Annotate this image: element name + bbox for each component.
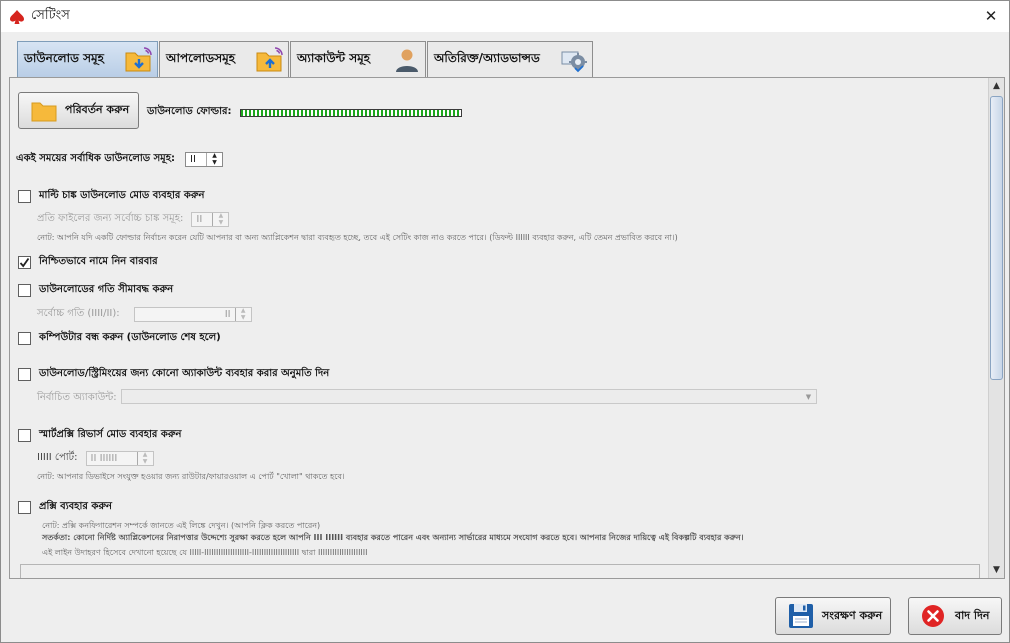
download-folder-row: ডাউনলোড ফোল্ডার:: [147, 104, 462, 121]
proxy-option[interactable]: প্রক্সি ব্যবহার করুন: [18, 499, 112, 516]
chunks-per-file-label: প্রতি ফাইলের জন্য সর্বোচ্চ চাঙ্ক সমূহ:: [37, 213, 184, 224]
smart-proxy-note-text: নোট: আপনার ডিভাইসে সংযুক্ত হওয়ার জন্য র…: [37, 472, 345, 481]
smart-proxy-checkbox[interactable]: [18, 429, 31, 442]
scroll-up-icon[interactable]: ▲: [989, 78, 1004, 94]
proxy-port-label: IIIII পোর্ট:: [37, 452, 78, 463]
limit-speed-checkbox[interactable]: [18, 284, 31, 297]
app-spade-icon: [9, 9, 25, 25]
cancel-button[interactable]: বাদ দিন: [908, 597, 1002, 635]
gear-monitor-icon: [560, 46, 588, 74]
smart-proxy-option[interactable]: স্মার্টপ্রক্সি রিভার্স মোড ব্যবহার করুন: [18, 427, 182, 444]
multi-chunk-note-text: নোট: আপনি যদি একটি ফোল্ডার নির্বাচন করেন…: [37, 233, 678, 242]
window-title: সেটিংস: [31, 8, 70, 23]
title-bar: সেটিংস ✕: [1, 1, 1009, 32]
concurrent-downloads-value[interactable]: II: [186, 153, 206, 166]
limit-speed-option[interactable]: ডাউনলোডের গতি সীমাবদ্ধ করুন: [18, 282, 173, 299]
chunks-per-file-value[interactable]: II: [192, 213, 212, 226]
proxy-port-row: IIIII পোর্ট: II IIIIII ▲ ▼: [37, 450, 154, 467]
max-speed-value[interactable]: II: [135, 308, 235, 321]
smart-proxy-note: নোট: আপনার ডিভাইসে সংযুক্ত হওয়ার জন্য র…: [37, 471, 345, 484]
proxy-note-3-text: এই লাইন উদাহরণ হিসেবে দেখানো হয়েছে যে I…: [42, 548, 368, 557]
multi-chunk-checkbox[interactable]: [18, 190, 31, 203]
shutdown-option[interactable]: কম্পিউটার বন্ধ করুন (ডাউনলোড শেষ হলে): [18, 330, 221, 347]
close-window-button[interactable]: ✕: [979, 5, 1003, 27]
cancel-button-label: বাদ দিন: [955, 608, 990, 622]
max-speed-label: সর্বোচ্চ গতি (IIII/II):: [37, 308, 120, 319]
concurrent-downloads-label: একই সময়ের সর্বাধিক ডাউনলোড সমূহ:: [16, 153, 175, 164]
proxy-port-spinner[interactable]: II IIIIII ▲ ▼: [85, 451, 154, 466]
tab-advanced[interactable]: অতিরিক্ত/অ্যাডভান্সড: [427, 41, 593, 77]
scrollbar-thumb[interactable]: [990, 96, 1003, 380]
auto-select-option[interactable]: নিশ্চিতভাবে নামে নিন বারবার: [18, 254, 158, 271]
proxy-label: প্রক্সি ব্যবহার করুন: [39, 501, 112, 512]
auto-select-checkbox[interactable]: [18, 256, 31, 269]
multi-chunk-label: মাল্টি চাঙ্ক ডাউনলোড মোড ব্যবহার করুন: [39, 190, 205, 201]
download-folder-path-bar: [239, 108, 462, 117]
use-account-checkbox[interactable]: [18, 368, 31, 381]
tab-accounts[interactable]: অ্যাকাউন্ট সমূহ: [290, 41, 426, 77]
auto-select-label: নিশ্চিতভাবে নামে নিন বারবার: [39, 256, 158, 267]
upload-folder-icon: [256, 46, 284, 74]
save-button[interactable]: সংরক্ষণ করুন: [775, 597, 891, 635]
download-folder-label: ডাউনলোড ফোল্ডার:: [147, 106, 232, 117]
multi-chunk-note: নোট: আপনি যদি একটি ফোল্ডার নির্বাচন করেন…: [37, 232, 678, 245]
floppy-disk-icon: [788, 603, 814, 629]
shutdown-checkbox[interactable]: [18, 332, 31, 345]
vertical-scrollbar[interactable]: ▲ ▼: [988, 78, 1004, 578]
settings-window: সেটিংস ✕ ডাউনলোড সমূহ আপলোডসমূহ অ্যাকাউন…: [0, 0, 1010, 643]
scroll-down-icon[interactable]: ▼: [989, 562, 1004, 578]
chevron-down-icon: ▼: [805, 392, 812, 401]
downloads-settings-panel: পরিবর্তন করুন ডাউনলোড ফোল্ডার: একই সময়ে…: [9, 77, 1005, 579]
save-button-label: সংরক্ষণ করুন: [822, 608, 883, 622]
chunks-per-file-spinner[interactable]: II ▲ ▼: [191, 212, 230, 227]
tab-uploads-label: আপলোডসমূহ: [166, 50, 236, 65]
concurrent-downloads-row: একই সময়ের সর্বাধিক ডাউনলোড সমূহ: II ▲ ▼: [16, 151, 223, 168]
proxy-settings-group: [20, 564, 980, 578]
multi-chunk-option[interactable]: মাল্টি চাঙ্ক ডাউনলোড মোড ব্যবহার করুন: [18, 188, 205, 205]
spinner-down-icon[interactable]: ▼: [138, 458, 153, 466]
spinner-down-icon[interactable]: ▼: [213, 219, 228, 227]
folder-icon: [31, 100, 57, 122]
selected-account-dropdown[interactable]: ▼: [121, 389, 817, 404]
checkmark-icon: [19, 257, 30, 268]
tab-advanced-label: অতিরিক্ত/অ্যাডভান্সড: [434, 50, 540, 65]
tab-downloads[interactable]: ডাউনলোড সমূহ: [17, 41, 158, 78]
selected-account-row: নির্বাচিত অ্যাকাউন্ট:: [37, 390, 117, 407]
download-folder-icon: [125, 46, 153, 74]
proxy-note-2-text: সতর্কতা: কোনো নির্দিষ্ট অ্যাপ্লিকেশনের ন…: [42, 533, 744, 542]
change-folder-button[interactable]: পরিবর্তন করুন: [18, 92, 139, 129]
concurrent-downloads-spinner[interactable]: II ▲ ▼: [185, 152, 223, 167]
close-icon: ✕: [984, 7, 998, 25]
smart-proxy-label: স্মার্টপ্রক্সি রিভার্স মোড ব্যবহার করুন: [39, 429, 182, 440]
max-speed-spinner[interactable]: II ▲ ▼: [133, 307, 252, 322]
chunks-per-file-row: প্রতি ফাইলের জন্য সর্বোচ্চ চাঙ্ক সমূহ: I…: [37, 211, 230, 228]
proxy-note-3: এই লাইন উদাহরণ হিসেবে দেখানো হয়েছে যে I…: [42, 547, 368, 560]
use-account-option[interactable]: ডাউনলোড/স্ট্রিমিংয়ের জন্য কোনো অ্যাকাউন…: [18, 366, 329, 383]
tab-downloads-label: ডাউনলোড সমূহ: [24, 51, 104, 65]
tab-uploads[interactable]: আপলোডসমূহ: [159, 41, 289, 77]
settings-scroll-content: পরিবর্তন করুন ডাউনলোড ফোল্ডার: একই সময়ে…: [10, 78, 989, 578]
user-icon: [393, 46, 421, 74]
spinner-down-icon[interactable]: ▼: [207, 159, 222, 167]
change-folder-label: পরিবর্তন করুন: [65, 103, 130, 116]
limit-speed-label: ডাউনলোডের গতি সীমাবদ্ধ করুন: [39, 284, 174, 295]
proxy-note-2: সতর্কতা: কোনো নির্দিষ্ট অ্যাপ্লিকেশনের ন…: [42, 532, 744, 545]
shutdown-label: কম্পিউটার বন্ধ করুন (ডাউনলোড শেষ হলে): [39, 332, 221, 343]
max-speed-row: সর্বোচ্চ গতি (IIII/II): II ▲ ▼: [37, 306, 252, 323]
use-account-label: ডাউনলোড/স্ট্রিমিংয়ের জন্য কোনো অ্যাকাউন…: [39, 368, 330, 379]
proxy-checkbox[interactable]: [18, 501, 31, 514]
spinner-down-icon[interactable]: ▼: [236, 314, 251, 322]
proxy-port-value[interactable]: II IIIIII: [87, 452, 137, 465]
tab-accounts-label: অ্যাকাউন্ট সমূহ: [297, 50, 371, 65]
cancel-x-icon: [921, 604, 945, 628]
selected-account-label: নির্বাচিত অ্যাকাউন্ট:: [37, 392, 117, 403]
